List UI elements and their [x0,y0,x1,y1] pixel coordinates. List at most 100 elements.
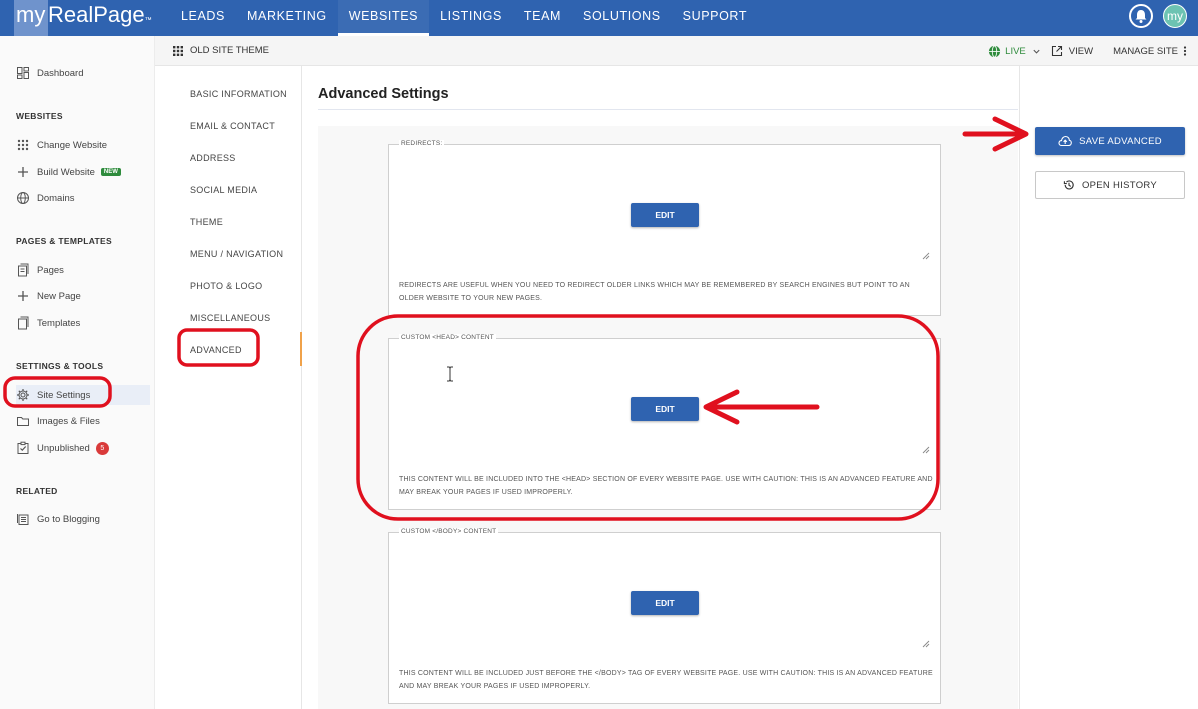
site-subheader: OLD SITE THEME LIVE VIEW MANAGE SITE [155,36,1198,66]
sidebar-item-label: Domains [37,192,75,204]
sidebar-item-label: Site Settings [37,389,91,401]
field-legend: CUSTOM <HEAD> CONTENT [399,334,496,341]
edit-head-button[interactable]: EDIT [631,397,699,421]
sidebar-item-label: Pages [37,264,64,276]
top-nav-bar: my RealPage™ LEADS MARKETING WEBSITES LI… [0,0,1198,36]
logo-word: RealPage [48,2,145,27]
left-sidebar: Dashboard WEBSITES Change Website Build … [0,36,155,709]
text-cursor-icon [447,366,453,382]
globe-icon [989,45,1001,57]
menu-address[interactable]: ADDRESS [190,153,236,163]
menu-navigation[interactable]: MENU / NAVIGATION [190,249,283,259]
more-vertical-icon[interactable] [1182,45,1188,57]
sidebar-section-related: RELATED [16,486,58,496]
sidebar-item-go-to-blogging[interactable]: Go to Blogging [16,509,100,529]
sidebar-item-label: Unpublished [37,442,90,454]
menu-theme[interactable]: THEME [190,217,223,227]
logo-my: my [14,0,48,36]
plus-icon [18,291,28,301]
sidebar-item-build-website[interactable]: Build Website NEW [16,162,121,182]
cloud-upload-icon [1058,135,1072,147]
sidebar-item-label: Go to Blogging [37,513,100,525]
external-link-icon [1051,45,1062,57]
open-history-button[interactable]: OPEN HISTORY [1035,171,1185,199]
logo-text: RealPage™ [48,0,152,30]
open-history-label: OPEN HISTORY [1081,179,1158,191]
view-link[interactable]: VIEW [1069,46,1093,57]
sidebar-section-websites: WEBSITES [16,111,63,121]
title-divider [318,109,1018,110]
menu-miscellaneous[interactable]: MISCELLANEOUS [190,313,270,323]
menu-photo-logo[interactable]: PHOTO & LOGO [190,281,262,291]
main-content: Advanced Settings REDIRECTS: EDIT REDIRE… [302,66,1020,709]
globe-icon [17,192,29,204]
plus-icon [18,167,28,177]
page-title: Advanced Settings [318,86,449,102]
notification-bell-icon[interactable] [1129,4,1153,28]
site-actions: LIVE VIEW MANAGE SITE [988,36,1188,66]
sidebar-item-templates[interactable]: Templates [16,313,80,333]
edit-body-button[interactable]: EDIT [631,591,699,615]
manage-site-button[interactable]: MANAGE SITE [1113,46,1178,57]
redirects-field: REDIRECTS: EDIT REDIRECTS ARE USEFUL WHE… [388,140,941,316]
field-legend: CUSTOM </BODY> CONTENT [399,528,499,535]
blog-icon [17,514,29,525]
custom-head-field: CUSTOM <HEAD> CONTENT EDIT THIS CONTENT … [388,334,941,510]
menu-email-contact[interactable]: EMAIL & CONTACT [190,121,275,131]
site-theme-label[interactable]: OLD SITE THEME [173,36,269,66]
edit-redirects-button[interactable]: EDIT [631,203,699,227]
main-nav: LEADS MARKETING WEBSITES LISTINGS TEAM S… [170,0,758,36]
sidebar-item-label: Build Website [37,166,95,178]
new-badge: NEW [100,168,121,176]
sidebar-item-pages[interactable]: Pages [16,260,64,280]
sidebar-item-dashboard[interactable]: Dashboard [16,63,83,83]
resize-handle-icon[interactable] [922,640,930,648]
nav-marketing[interactable]: MARKETING [236,0,338,36]
settings-panel: REDIRECTS: EDIT REDIRECTS ARE USEFUL WHE… [318,126,1018,709]
chevron-down-icon[interactable] [1032,47,1041,56]
grid-icon [17,139,29,151]
sidebar-item-site-settings[interactable]: Site Settings [16,385,150,405]
sidebar-section-pages: PAGES & TEMPLATES [16,236,112,246]
field-help-text: REDIRECTS ARE USEFUL WHEN YOU NEED TO RE… [399,282,910,302]
sidebar-item-label: Images & Files [37,415,100,427]
myrealpage-logo[interactable]: my RealPage™ [14,0,152,36]
apps-grid-icon [173,46,183,56]
resize-handle-icon[interactable] [922,252,930,260]
checklist-icon [17,441,29,454]
user-avatar[interactable]: my [1163,4,1187,28]
nav-solutions[interactable]: SOLUTIONS [572,0,672,36]
menu-basic-information[interactable]: BASIC INFORMATION [190,89,287,99]
menu-social-media[interactable]: SOCIAL MEDIA [190,185,257,195]
folder-icon [17,417,29,426]
sidebar-item-images-files[interactable]: Images & Files [16,411,100,431]
pages-icon [18,263,29,277]
save-advanced-label: SAVE ADVANCED [1079,135,1162,147]
nav-support[interactable]: SUPPORT [672,0,758,36]
field-legend: REDIRECTS: [399,140,445,147]
save-advanced-button[interactable]: SAVE ADVANCED [1035,127,1185,155]
resize-handle-icon[interactable] [922,446,930,454]
sidebar-item-domains[interactable]: Domains [16,188,75,208]
sidebar-item-new-page[interactable]: New Page [16,286,81,306]
templates-icon [18,316,29,330]
field-help-text: THIS CONTENT WILL BE INCLUDED JUST BEFOR… [399,670,933,690]
sidebar-section-settings: SETTINGS & TOOLS [16,361,104,371]
site-theme-text: OLD SITE THEME [190,45,270,56]
history-icon [1063,180,1074,190]
dashboard-icon [17,67,29,79]
field-help-text: THIS CONTENT WILL BE INCLUDED INTO THE <… [399,476,933,496]
live-status[interactable]: LIVE [1005,46,1026,57]
nav-leads[interactable]: LEADS [170,0,236,36]
menu-advanced[interactable]: ADVANCED [190,345,242,355]
nav-team[interactable]: TEAM [513,0,572,36]
custom-body-field: CUSTOM </BODY> CONTENT EDIT THIS CONTENT… [388,528,941,704]
sidebar-item-unpublished[interactable]: Unpublished 5 [16,438,109,458]
logo-trademark: ™ [144,17,152,24]
nav-listings[interactable]: LISTINGS [429,0,513,36]
sidebar-item-label: New Page [37,290,81,302]
nav-websites[interactable]: WEBSITES [337,0,430,36]
site-settings-menu: BASIC INFORMATION EMAIL & CONTACT ADDRES… [172,66,302,709]
sidebar-item-change-website[interactable]: Change Website [16,135,107,155]
sidebar-item-label: Change Website [37,139,108,151]
